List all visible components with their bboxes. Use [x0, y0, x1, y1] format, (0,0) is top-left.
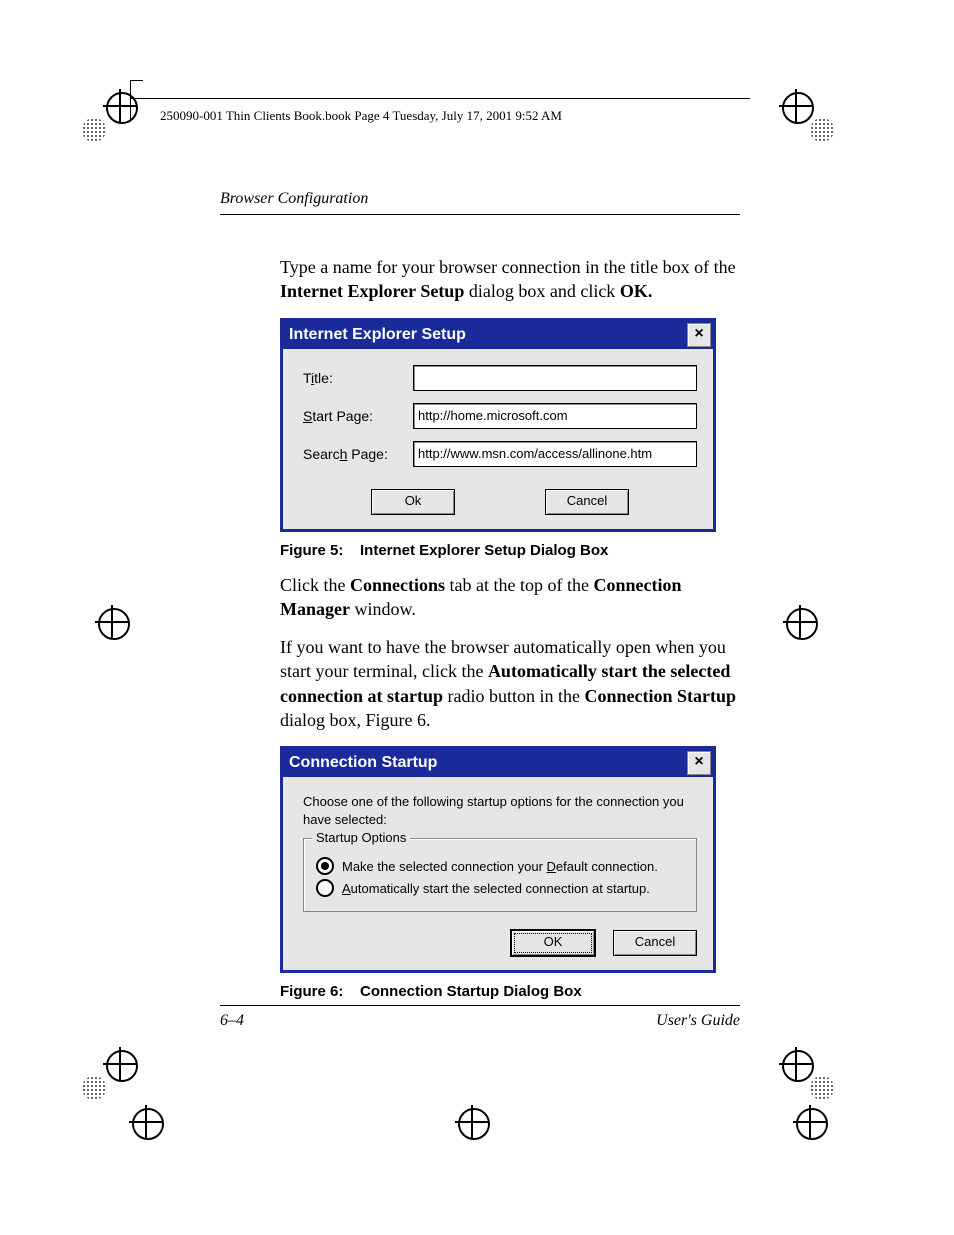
text: Searc — [303, 446, 340, 462]
text: utomatically start the selected connecti… — [351, 881, 650, 896]
search-page-label: Search Page: — [303, 446, 413, 462]
registration-mark-icon — [122, 1098, 178, 1154]
radio-label: Automatically start the selected connect… — [342, 881, 650, 896]
mnemonic: S — [303, 408, 312, 424]
cancel-button[interactable]: Cancel — [613, 930, 697, 956]
registration-mark-icon — [448, 1098, 504, 1154]
search-page-row: Search Page: http://www.msn.com/access/a… — [303, 441, 697, 467]
dialog-body: Choose one of the following startup opti… — [283, 777, 713, 970]
bold-text: Connections — [350, 575, 445, 595]
text: tab at the top of the — [445, 575, 593, 595]
figure-label: Figure 6: — [280, 983, 360, 1000]
text: T — [303, 370, 311, 386]
dialog-title: Connection Startup — [289, 754, 687, 772]
page-footer: 6–4 User's Guide — [220, 1005, 740, 1030]
group-legend: Startup Options — [312, 830, 410, 845]
dialog-titlebar: Internet Explorer Setup × — [283, 321, 713, 349]
ok-button[interactable]: Ok — [371, 489, 455, 515]
registration-mark-icon — [776, 1050, 832, 1106]
figure-text: Connection Startup Dialog Box — [360, 983, 582, 1000]
text: Click the — [280, 575, 350, 595]
autostart-paragraph: If you want to have the browser automati… — [280, 635, 740, 732]
bold-text: Internet Explorer Setup — [280, 281, 464, 301]
search-page-input[interactable]: http://www.msn.com/access/allinone.htm — [413, 441, 697, 467]
radio-icon — [316, 857, 334, 875]
registration-mark-icon — [786, 1098, 842, 1154]
radio-auto-start[interactable]: Automatically start the selected connect… — [316, 879, 684, 897]
bold-text: Connection Startup — [584, 686, 736, 706]
close-button[interactable]: × — [687, 751, 711, 775]
text: window. — [350, 599, 416, 619]
connections-paragraph: Click the Connections tab at the top of … — [280, 573, 740, 622]
crop-corner — [130, 80, 143, 121]
figure-5-caption: Figure 5:Internet Explorer Setup Dialog … — [280, 542, 740, 559]
mnemonic: D — [547, 859, 556, 874]
crop-info-text: 250090-001 Thin Clients Book.book Page 4… — [160, 108, 562, 124]
registration-mark-icon — [776, 92, 832, 148]
bold-text: OK. — [620, 281, 653, 301]
radio-label: Make the selected connection your Defaul… — [342, 859, 658, 874]
startup-options-group: Startup Options Make the selected connec… — [303, 838, 697, 912]
text: tle: — [314, 370, 333, 386]
ok-button[interactable]: OK — [511, 930, 595, 956]
connection-startup-dialog: Connection Startup × Choose one of the f… — [280, 746, 716, 973]
start-page-input[interactable]: http://home.microsoft.com — [413, 403, 697, 429]
ie-setup-dialog: Internet Explorer Setup × Title: Start P… — [280, 318, 716, 532]
dialog-button-row: OK Cancel — [303, 924, 697, 956]
cancel-button[interactable]: Cancel — [545, 489, 629, 515]
dialog-titlebar: Connection Startup × — [283, 749, 713, 777]
dialog-body: Title: Start Page: http://home.microsoft… — [283, 349, 713, 529]
radio-icon — [316, 879, 334, 897]
start-page-row: Start Page: http://home.microsoft.com — [303, 403, 697, 429]
registration-mark-icon — [776, 598, 832, 654]
text: dialog box, Figure 6. — [280, 710, 431, 730]
intro-paragraph: Type a name for your browser connection … — [280, 255, 740, 304]
title-row: Title: — [303, 365, 697, 391]
text: dialog box and click — [464, 281, 619, 301]
text: tart Page: — [312, 408, 373, 424]
figure-6-caption: Figure 6:Connection Startup Dialog Box — [280, 983, 740, 1000]
title-label: Title: — [303, 370, 413, 386]
title-input[interactable] — [413, 365, 697, 391]
registration-mark-icon — [88, 598, 144, 654]
figure-text: Internet Explorer Setup Dialog Box — [360, 542, 608, 559]
text: radio button in the — [443, 686, 584, 706]
text: Type a name for your browser connection … — [280, 257, 736, 277]
text: efault connection. — [556, 859, 658, 874]
page-content: Browser Configuration Type a name for yo… — [220, 190, 740, 1014]
registration-mark-icon — [88, 1050, 144, 1106]
doc-title: User's Guide — [656, 1012, 740, 1030]
text: Page: — [347, 446, 387, 462]
start-page-label: Start Page: — [303, 408, 413, 424]
mnemonic: A — [342, 881, 351, 896]
dialog-instruction: Choose one of the following startup opti… — [303, 793, 697, 828]
close-button[interactable]: × — [687, 323, 711, 347]
dialog-title: Internet Explorer Setup — [289, 326, 687, 344]
dialog-button-row: Ok Cancel — [303, 479, 697, 515]
figure-label: Figure 5: — [280, 542, 360, 559]
radio-default-connection[interactable]: Make the selected connection your Defaul… — [316, 857, 684, 875]
page-number: 6–4 — [220, 1012, 244, 1030]
section-header: Browser Configuration — [220, 190, 740, 215]
text: Make the selected connection your — [342, 859, 547, 874]
